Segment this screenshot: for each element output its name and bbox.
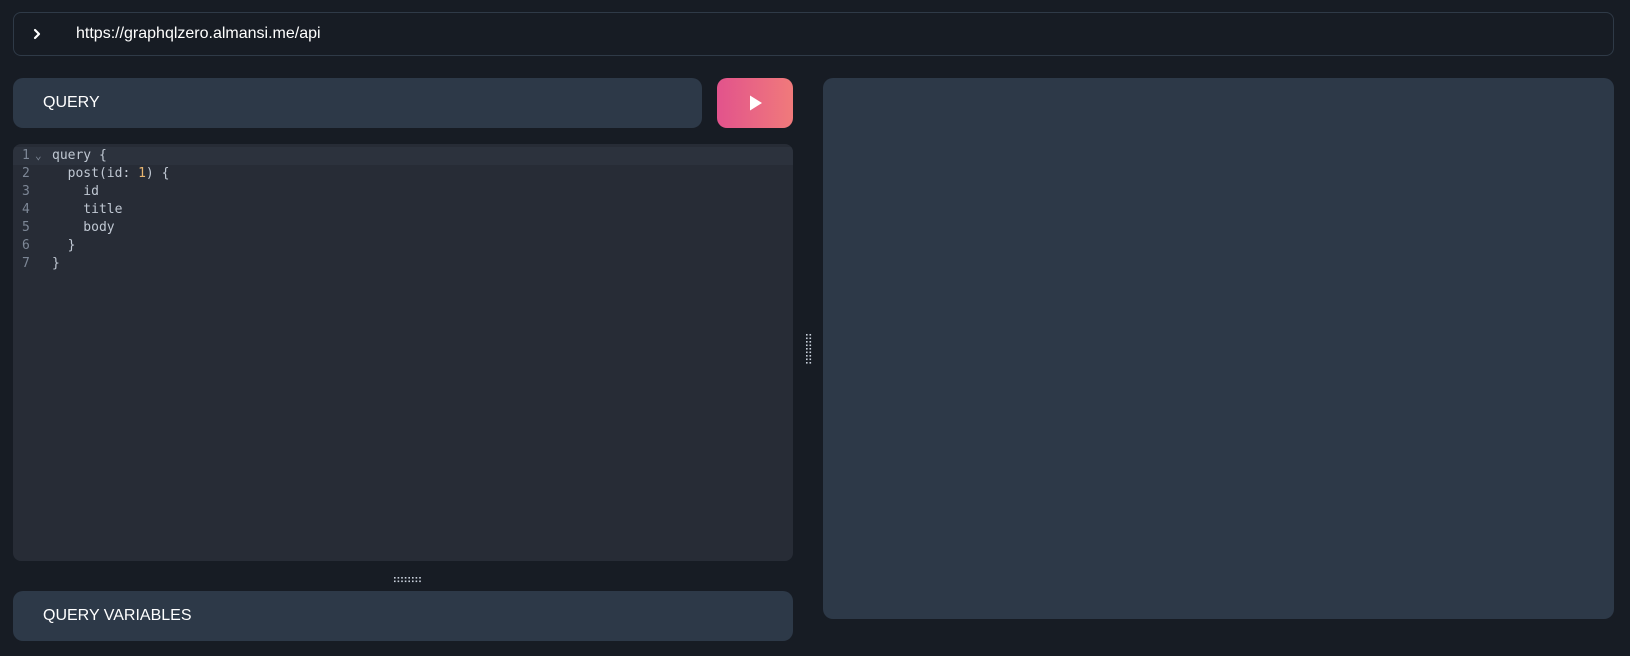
query-variables-header[interactable]: QUERY VARIABLES <box>13 591 793 641</box>
play-icon <box>750 95 762 111</box>
code-line: 7} <box>13 255 793 273</box>
code-text: id <box>52 184 99 199</box>
chevron-right-icon <box>33 28 41 40</box>
line-number: 3 <box>22 184 30 199</box>
grip-horizontal-icon <box>394 577 421 583</box>
query-panel-title: QUERY <box>43 94 100 111</box>
code-line: 2 post(id: 1) { <box>13 165 793 183</box>
editor-resize-handle[interactable] <box>393 571 423 583</box>
line-number: 6 <box>22 238 30 253</box>
run-query-button[interactable] <box>717 78 793 128</box>
fold-toggle-icon[interactable]: ⌄ <box>35 147 42 165</box>
endpoint-url-input[interactable] <box>60 14 1613 54</box>
code-lines: 1 ⌄ query {2 post(id: 1) {3 id 4 title 5 bod… <box>13 147 793 273</box>
line-number: 7 <box>22 256 30 271</box>
line-number: 2 <box>22 166 30 181</box>
graphql-playground: QUERY 1⌄query {2 post(id: 1) {3 id4 titl… <box>0 0 1630 656</box>
line-number: 5 <box>22 220 30 235</box>
code-text: body <box>52 220 115 235</box>
result-panel <box>823 78 1614 619</box>
url-toggle-button[interactable] <box>14 12 60 56</box>
line-number: 4 <box>22 202 30 217</box>
code-line: 4 title <box>13 201 793 219</box>
code-text: post(id: 1) { <box>52 166 170 181</box>
code-text: query { <box>52 148 107 163</box>
code-line: 6 } <box>13 237 793 255</box>
code-text: } <box>52 256 60 271</box>
query-editor[interactable]: 1 ⌄ query {2 post(id: 1) {3 id 4 title 5 bod… <box>13 144 793 561</box>
url-bar <box>13 12 1614 56</box>
code-line: 1 ⌄ query { <box>13 147 793 165</box>
code-text: title <box>52 202 123 217</box>
query-panel-header[interactable]: QUERY <box>13 78 702 128</box>
grip-vertical-icon <box>806 334 812 364</box>
query-variables-title: QUERY VARIABLES <box>43 607 192 624</box>
code-line: 5 body <box>13 219 793 237</box>
code-line: 3 id <box>13 183 793 201</box>
code-text: } <box>52 238 76 253</box>
panel-resize-handle[interactable] <box>805 333 813 365</box>
